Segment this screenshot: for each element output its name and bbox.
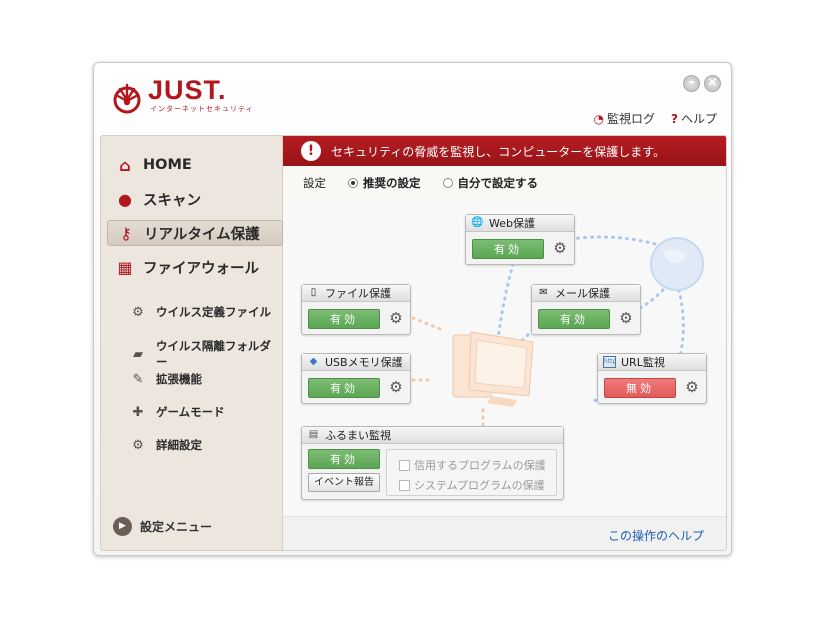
card-web-protection: 🌐 Web保護 有効 ⚙ bbox=[465, 214, 575, 265]
clock-icon: ◔ bbox=[593, 112, 604, 126]
sidebar-item-virus-definitions[interactable]: ⚙ ウイルス定義ファイル bbox=[129, 304, 271, 320]
operation-help-link[interactable]: この操作のヘルプ bbox=[608, 527, 704, 544]
sidebar-item-game-mode[interactable]: ✚ ゲームモード bbox=[129, 404, 225, 420]
logo-subtitle: インターネットセキュリティ bbox=[150, 105, 254, 113]
monitor-log-link[interactable]: ◔ 監視ログ bbox=[594, 110, 656, 127]
card-file-protection: ▯ ファイル保護 有効 ⚙ bbox=[301, 284, 411, 335]
url-monitor-toggle[interactable]: 無効 bbox=[604, 378, 676, 398]
sidebar-item-home[interactable]: ⌂ HOME bbox=[107, 152, 283, 178]
info-banner: ! セキュリティの脅威を監視し、コンピューターを保護します。 bbox=[283, 136, 726, 166]
home-icon: ⌂ bbox=[119, 155, 131, 175]
option-trusted-programs[interactable]: 信用するプログラムの保護 bbox=[399, 457, 546, 473]
minimize-button[interactable]: – bbox=[683, 75, 700, 92]
sidebar-item-extensions[interactable]: ✎ 拡張機能 bbox=[129, 371, 202, 387]
question-icon: ? bbox=[671, 112, 678, 126]
just-logo: JUST. インターネットセキュリティ bbox=[110, 75, 254, 116]
main-footer: この操作のヘルプ bbox=[283, 516, 726, 550]
checkbox-icon bbox=[399, 459, 410, 471]
folder-icon: ▰ bbox=[132, 346, 143, 362]
sidebar-item-firewall[interactable]: ▦ ファイアウォール bbox=[107, 254, 283, 280]
event-report-button[interactable]: イベント報告 bbox=[308, 473, 380, 492]
globe-icon bbox=[650, 237, 704, 291]
sidebar-item-advanced-settings[interactable]: ⚙ 詳細設定 bbox=[129, 437, 202, 453]
brick-wall-icon: ▦ bbox=[117, 257, 133, 277]
sidebar-item-quarantine-folder[interactable]: ▰ ウイルス隔離フォルダー bbox=[129, 338, 282, 370]
settings-mode-row: 設定 推奨の設定 自分で設定する bbox=[283, 166, 726, 200]
web-settings-gear-icon[interactable]: ⚙ bbox=[552, 240, 568, 256]
checkbox-icon bbox=[399, 479, 410, 491]
magnifier-icon: ● bbox=[118, 189, 132, 209]
help-link[interactable]: ? ヘルプ bbox=[671, 110, 717, 127]
banner-text: セキュリティの脅威を監視し、コンピューターを保護します。 bbox=[331, 144, 666, 159]
usb-protection-toggle[interactable]: 有効 bbox=[308, 378, 380, 398]
settings-label: 設定 bbox=[303, 176, 326, 190]
card-behavior-monitor: ▤ ふるまい監視 有効 イベント報告 信用するプログラムの保護 システムプログラム… bbox=[301, 426, 564, 500]
protection-diagram: 🌐 Web保護 有効 ⚙ ✉ メール保護 有効 ⚙ ▯ ファイル保護 有効 ⚙ ◆ US… bbox=[283, 200, 726, 518]
logo-mark-icon bbox=[113, 83, 141, 113]
sidebar-item-realtime-protection[interactable]: ⚷ リアルタイム保護 bbox=[107, 220, 283, 246]
behavior-options: 信用するプログラムの保護 システムプログラムの保護 bbox=[386, 449, 557, 496]
wrench-icon: ✎ bbox=[132, 371, 144, 387]
card-url-monitor: http URL監視 無効 ⚙ bbox=[597, 353, 707, 404]
main-panel: ! セキュリティの脅威を監視し、コンピューターを保護します。 設定 推奨の設定 … bbox=[283, 135, 727, 551]
sidebar-item-scan[interactable]: ● スキャン bbox=[107, 186, 283, 212]
url-settings-gear-icon[interactable]: ⚙ bbox=[684, 379, 700, 395]
usb-drive-icon: ◆ bbox=[309, 356, 318, 367]
mail-protection-toggle[interactable]: 有効 bbox=[538, 309, 610, 329]
app-window: JUST. インターネットセキュリティ – × ◔ 監視ログ ? ヘルプ ⌂ HOME… bbox=[93, 62, 732, 556]
card-usb-protection: ◆ USBメモリ保護 有効 ⚙ bbox=[301, 353, 411, 404]
gamepad-icon: ✚ bbox=[132, 404, 144, 420]
web-globe-icon: 🌐 bbox=[471, 217, 484, 228]
sidebar: ⌂ HOME ● スキャン ⚷ リアルタイム保護 ▦ ファイアウォール ⚙ ウイルス定義フ… bbox=[100, 135, 283, 551]
gear-icon: ⚙ bbox=[132, 437, 144, 453]
top-links: ◔ 監視ログ ? ヘルプ bbox=[594, 110, 717, 127]
close-button[interactable]: × bbox=[704, 75, 721, 92]
mail-settings-gear-icon[interactable]: ⚙ bbox=[618, 310, 634, 326]
radio-recommended[interactable]: 推奨の設定 bbox=[348, 175, 421, 191]
radio-unselected-icon bbox=[442, 178, 453, 188]
computer-illustration bbox=[452, 331, 534, 407]
alert-icon: ! bbox=[301, 141, 321, 161]
logo-wordmark: JUST. bbox=[148, 75, 227, 105]
document-icon: ▯ bbox=[310, 287, 317, 298]
file-settings-gear-icon[interactable]: ⚙ bbox=[388, 310, 404, 326]
monitor-arrows-icon: ▤ bbox=[308, 429, 319, 440]
settings-menu-button[interactable]: ▶ 設定メニュー bbox=[113, 517, 212, 536]
behavior-monitor-toggle[interactable]: 有効 bbox=[308, 449, 380, 469]
card-mail-protection: ✉ メール保護 有効 ⚙ bbox=[531, 284, 641, 335]
envelope-icon: ✉ bbox=[539, 287, 548, 298]
play-circle-icon: ▶ bbox=[113, 517, 132, 536]
key-icon: ⚷ bbox=[120, 223, 132, 243]
usb-settings-gear-icon[interactable]: ⚙ bbox=[388, 379, 404, 395]
file-protection-toggle[interactable]: 有効 bbox=[308, 309, 380, 329]
radio-selected-icon bbox=[348, 178, 358, 188]
gears-icon: ⚙ bbox=[132, 304, 144, 320]
web-protection-toggle[interactable]: 有効 bbox=[472, 239, 544, 259]
radio-custom[interactable]: 自分で設定する bbox=[442, 175, 538, 191]
http-icon: http bbox=[603, 356, 616, 368]
option-system-programs[interactable]: システムプログラムの保護 bbox=[399, 477, 545, 493]
